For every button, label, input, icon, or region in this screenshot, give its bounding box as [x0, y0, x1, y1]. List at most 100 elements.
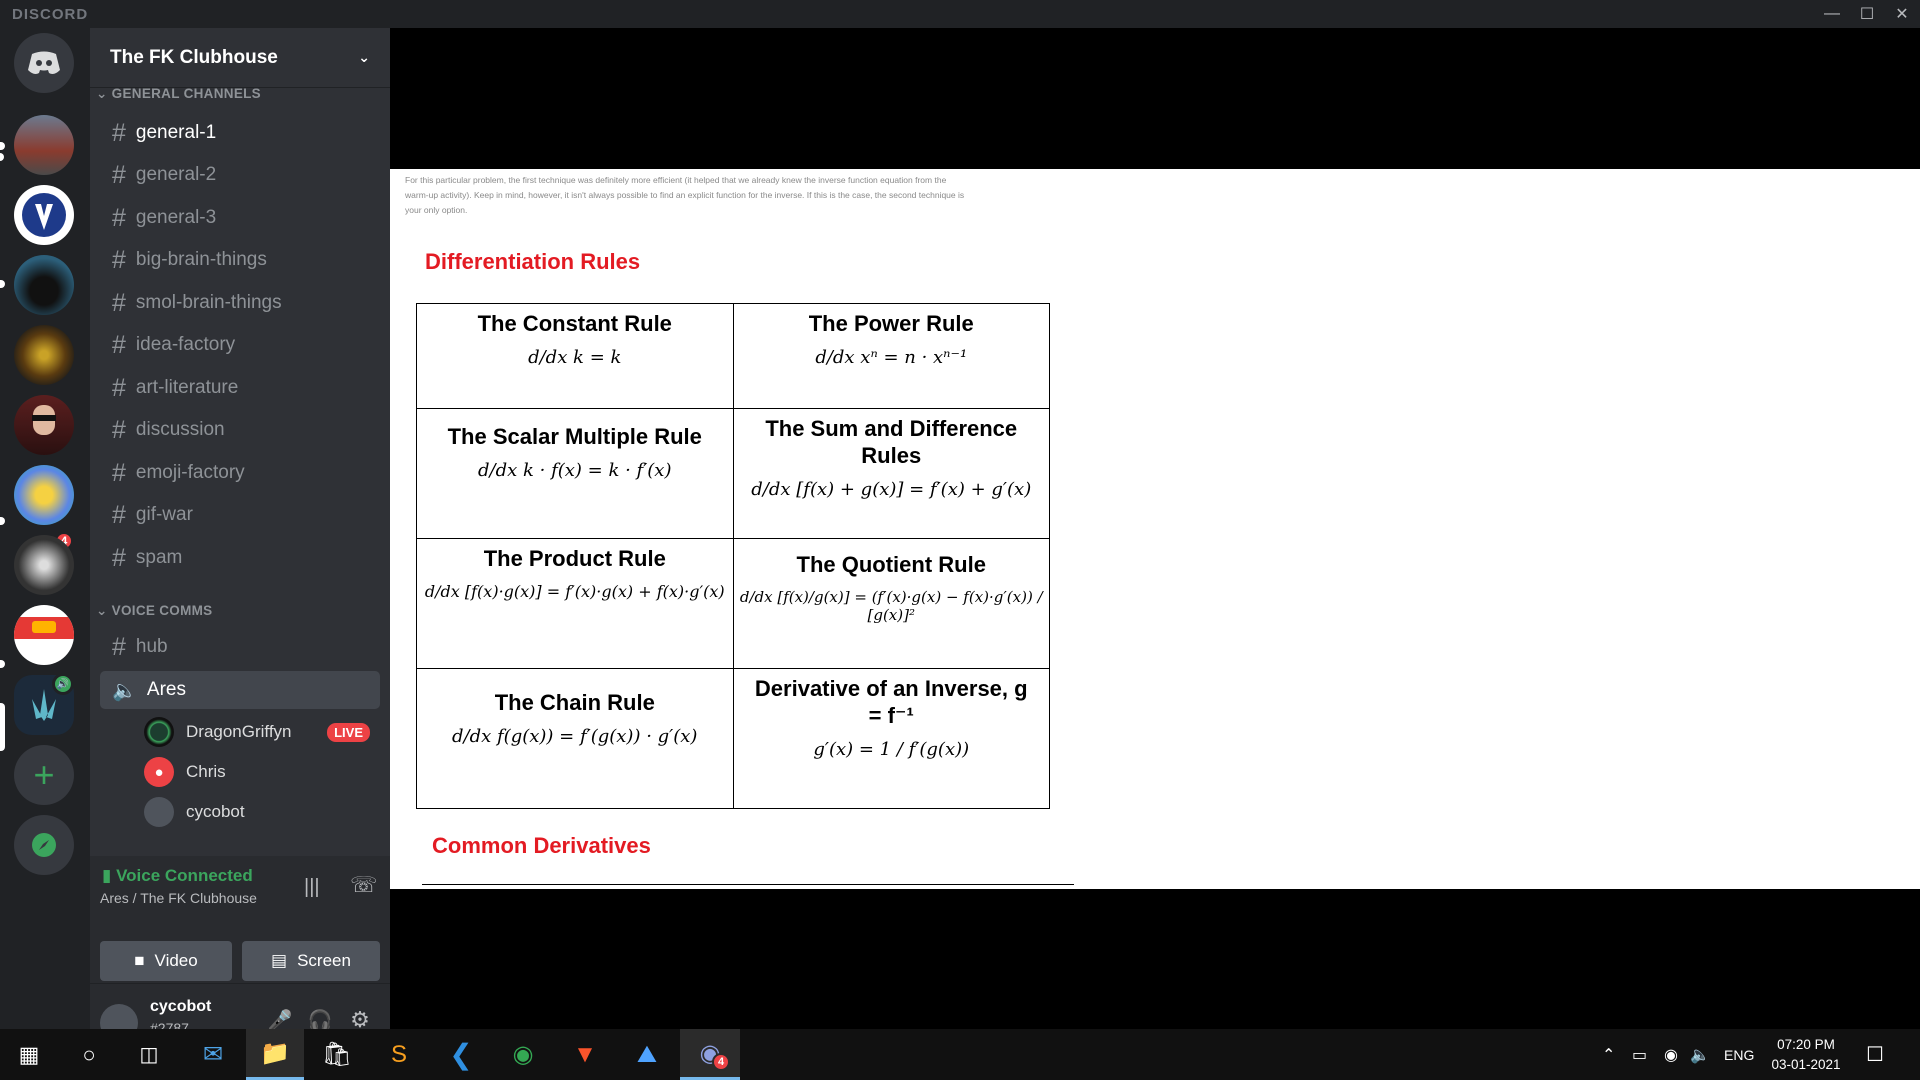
server-icon-gold[interactable]	[14, 325, 74, 385]
home-button[interactable]	[14, 33, 74, 93]
clock[interactable]: 07:20 PM 03-01-2021	[1764, 1029, 1848, 1080]
language-indicator[interactable]: ENG	[1724, 1029, 1754, 1080]
rule-cell: Derivative of an Inverse, g = f⁻¹ g′(x) =…	[732, 668, 1050, 809]
heading-differentiation-rules: Differentiation Rules	[425, 249, 641, 274]
unread-pill	[0, 280, 5, 288]
clock-time: 07:20 PM	[1777, 1036, 1835, 1052]
rule-title: The Constant Rule	[477, 311, 672, 336]
channel-label: big-brain-things	[135, 249, 267, 270]
hash-icon: #	[112, 288, 126, 317]
voice-user-chris[interactable]: ● Chris	[144, 755, 226, 789]
rule-title: The Product Rule	[483, 546, 666, 571]
unread-pill	[0, 660, 5, 668]
server-header[interactable]: The FK Clubhouse ⌄	[90, 28, 390, 88]
rule-formula: d/dx [f(x) + g(x)] = f′(x) + g′(x)	[751, 479, 1032, 500]
rule-formula: d/dx k = k	[528, 347, 622, 368]
channel-hub[interactable]: # hub	[100, 628, 380, 666]
server-icon-building[interactable]	[14, 115, 74, 175]
server-icon-colorful[interactable]	[14, 465, 74, 525]
search-icon[interactable]: ○	[60, 1029, 118, 1080]
channel-label: emoji-factory	[135, 462, 245, 483]
voice-status: ▮ Voice Connected	[102, 866, 253, 885]
hash-icon: #	[112, 500, 126, 529]
rule-title: The Chain Rule	[494, 690, 655, 715]
hash-icon: #	[112, 245, 126, 274]
chrome-icon[interactable]: ◉	[494, 1029, 552, 1080]
document-intro: For this particular problem, the first t…	[405, 175, 965, 215]
channel-label: idea-factory	[135, 334, 236, 355]
unread-pill	[0, 142, 5, 150]
video-button[interactable]: ■ Video	[100, 941, 232, 981]
rule-formula: d/dx [f(x)·g(x)] = f′(x)·g(x) + f(x)·g′(…	[424, 582, 725, 601]
shared-document: For this particular problem, the first t…	[390, 169, 1920, 889]
add-server-icon[interactable]: +	[14, 745, 74, 805]
title-bar: DISCORD — ☐ ✕	[0, 0, 1920, 28]
voice-channel-ares[interactable]: 🔈 Ares	[100, 671, 380, 709]
hash-icon: #	[112, 458, 126, 487]
minimize-button[interactable]: —	[1814, 0, 1850, 28]
server-icon-shield[interactable]	[14, 185, 74, 245]
battery-icon[interactable]: ▭	[1632, 1029, 1647, 1080]
rule-cell: The Product Rule d/dx [f(x)·g(x)] = f′(x)…	[416, 538, 734, 669]
channel-general-1[interactable]: # general-1	[100, 114, 380, 152]
rule-title: The Quotient Rule	[796, 552, 986, 577]
explore-servers-icon[interactable]	[14, 815, 74, 875]
task-view-icon[interactable]: ◫	[120, 1029, 178, 1080]
channel-discussion[interactable]: # discussion	[100, 411, 380, 449]
disconnect-icon[interactable]: ☏	[350, 872, 378, 898]
channel-smol-brain-things[interactable]: # smol-brain-things	[100, 284, 380, 322]
channel-general-2[interactable]: # general-2	[100, 156, 380, 194]
mail-icon[interactable]: ✉	[184, 1029, 242, 1080]
channel-gif-war[interactable]: # gif-war	[100, 496, 380, 534]
discord-taskbar-icon[interactable]: ◉ 4	[680, 1029, 740, 1080]
windows-start-icon[interactable]: ▦	[0, 1029, 58, 1080]
channel-big-brain-things[interactable]: # big-brain-things	[100, 241, 380, 279]
maximize-button[interactable]: ☐	[1849, 0, 1885, 28]
channel-label: Ares	[146, 679, 186, 700]
rule-formula: g′(x) = 1 / f′(g(x))	[813, 739, 970, 760]
speaker-icon: 🔈	[112, 679, 137, 702]
hash-icon: #	[112, 632, 126, 661]
close-button[interactable]: ✕	[1884, 0, 1920, 28]
avatar: ●	[144, 757, 174, 787]
volume-icon[interactable]: 🔈	[1690, 1029, 1710, 1080]
hash-icon: #	[112, 203, 126, 232]
notification-center-icon[interactable]: ☐	[1866, 1029, 1884, 1080]
channel-art-literature[interactable]: # art-literature	[100, 369, 380, 407]
channel-general-3[interactable]: # general-3	[100, 199, 380, 237]
user-name: cycobot	[150, 998, 212, 1015]
channel-idea-factory[interactable]: # idea-factory	[100, 326, 380, 364]
stream-view[interactable]: For this particular problem, the first t…	[390, 28, 1920, 1029]
channel-sidebar: The FK Clubhouse ⌄ ⌄ GENERAL CHANNELS # g…	[0, 28, 390, 1056]
channel-spam[interactable]: # spam	[100, 539, 380, 577]
rule-title: The Sum and Difference Rules	[765, 416, 1018, 468]
server-icon-bw[interactable]	[14, 535, 74, 595]
voice-connection-panel: ▮ Voice Connected Ares / The FK Clubhous…	[90, 856, 390, 984]
channel-emoji-factory[interactable]: # emoji-factory	[100, 454, 380, 492]
selected-pill	[0, 703, 5, 751]
category-general[interactable]: ⌄ GENERAL CHANNELS	[96, 86, 261, 102]
noise-suppression-icon[interactable]: |||	[304, 876, 320, 899]
category-label: VOICE COMMS	[111, 603, 213, 618]
file-explorer-icon[interactable]: 📁	[246, 1029, 304, 1080]
voice-user-dragongriffyn[interactable]: DragonGriffyn LIVE	[144, 715, 370, 749]
sublime-text-icon[interactable]: S	[370, 1029, 428, 1080]
notification-badge: 4	[712, 1053, 730, 1071]
vscode-icon[interactable]: ❮	[432, 1029, 490, 1080]
show-hidden-icons[interactable]: ⌃	[1602, 1029, 1615, 1080]
server-icon-dark[interactable]	[14, 255, 74, 315]
screen-share-button[interactable]: ▤ Screen	[242, 941, 380, 981]
screen-share-icon: ▤	[271, 951, 288, 970]
server-icon-robot[interactable]	[14, 605, 74, 665]
wifi-icon[interactable]: ◉	[1664, 1029, 1678, 1080]
brave-icon[interactable]: ▼	[556, 1029, 614, 1080]
photos-icon[interactable]: ⛰	[618, 1029, 676, 1080]
voice-user-cycobot[interactable]: cycobot	[144, 795, 245, 829]
rule-formula: d/dx f(g(x)) = f′(g(x)) · g′(x)	[452, 726, 698, 747]
server-icon-portrait[interactable]	[14, 395, 74, 455]
store-icon[interactable]: 🛍	[308, 1029, 366, 1080]
category-voice[interactable]: ⌄ VOICE COMMS	[96, 603, 212, 619]
clock-date: 03-01-2021	[1771, 1056, 1841, 1072]
discord-logo-icon	[28, 51, 60, 74]
channel-label: general-2	[135, 164, 217, 185]
